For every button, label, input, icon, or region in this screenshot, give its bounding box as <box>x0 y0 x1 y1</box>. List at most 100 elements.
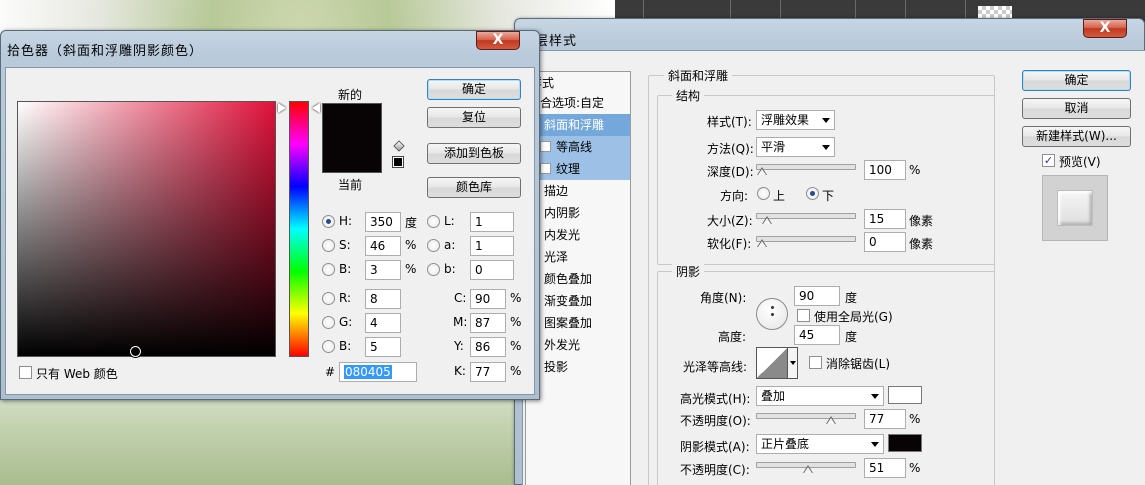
highlight-opacity-input[interactable]: 77 <box>864 409 906 429</box>
m-input[interactable]: 87 <box>470 313 506 333</box>
layer-style-ok-button[interactable]: 确定 <box>1022 70 1131 91</box>
color-picker-close-button[interactable]: X <box>476 31 520 50</box>
shadow-opacity-thumb[interactable] <box>803 465 813 473</box>
shadow-mode-select[interactable]: 正片叠底 <box>756 434 884 454</box>
brightness-radio[interactable] <box>322 263 335 276</box>
antialias-checkbox[interactable] <box>809 356 822 369</box>
color-picker-reset-button[interactable]: 复位 <box>427 107 521 128</box>
style-item-checkbox[interactable] <box>540 141 551 152</box>
gamut-cube-icon[interactable] <box>393 140 405 152</box>
r-input[interactable]: 8 <box>365 289 401 309</box>
hue-slider-left-arrow[interactable] <box>278 103 286 113</box>
depth-slider-thumb[interactable] <box>757 167 767 175</box>
style-item[interactable]: 外发光 <box>526 334 630 356</box>
size-unit: 像素 <box>909 214 934 228</box>
soften-input[interactable]: 0 <box>864 232 906 252</box>
new-style-button[interactable]: 新建样式(W)... <box>1022 126 1131 147</box>
l-input[interactable]: 1 <box>470 212 514 232</box>
style-item[interactable]: 等高线 <box>526 136 630 158</box>
g-input[interactable]: 4 <box>365 313 401 333</box>
a-input[interactable]: 1 <box>470 236 514 256</box>
style-preview-thumbnail <box>1042 175 1108 241</box>
b-lab-input[interactable]: 0 <box>470 260 514 280</box>
depth-input[interactable]: 100 <box>864 160 906 180</box>
style-item[interactable]: 投影 <box>526 356 630 378</box>
blue-radio[interactable] <box>322 340 335 353</box>
c-input[interactable]: 90 <box>470 289 506 309</box>
style-item[interactable]: 渐变叠加 <box>526 290 630 312</box>
highlight-opacity-thumb[interactable] <box>826 416 836 424</box>
color-field-cursor[interactable] <box>130 346 141 357</box>
style-item[interactable]: 内阴影 <box>526 202 630 224</box>
r-label: R: <box>339 291 352 305</box>
highlight-opacity-slider[interactable] <box>756 413 856 424</box>
blue-input[interactable]: 5 <box>365 337 401 357</box>
shadow-mode-label: 阴影模式(A): <box>680 440 750 454</box>
bevel-emboss-title: 斜面和浮雕 <box>664 67 733 84</box>
altitude-input[interactable]: 45 <box>794 325 840 345</box>
shadow-mode-value: 正片叠底 <box>761 437 810 451</box>
add-to-swatches-button[interactable]: 添加到色板 <box>427 143 521 164</box>
technique-select[interactable]: 平滑 <box>756 137 835 157</box>
angle-input[interactable]: 90 <box>794 286 840 306</box>
transparency-thumbnail <box>978 6 1012 18</box>
hex-input[interactable]: 080405 <box>339 362 417 382</box>
y-input[interactable]: 86 <box>470 337 506 357</box>
style-item[interactable]: 混合选项:自定 <box>526 92 630 114</box>
color-picker-ok-button[interactable]: 确定 <box>427 79 521 100</box>
current-color-swatch[interactable] <box>322 138 382 173</box>
depth-slider[interactable] <box>756 164 856 175</box>
hue-slider-right-arrow[interactable] <box>312 103 320 113</box>
s-input[interactable]: 46 <box>365 236 401 256</box>
shadow-color-swatch[interactable] <box>888 434 922 452</box>
soften-slider-thumb[interactable] <box>757 239 767 247</box>
gloss-contour-picker[interactable] <box>756 347 788 379</box>
color-libraries-button[interactable]: 颜色库 <box>427 177 521 198</box>
color-field[interactable] <box>17 101 276 357</box>
style-item-checkbox[interactable] <box>540 163 551 174</box>
style-item[interactable]: 图案叠加 <box>526 312 630 334</box>
style-item[interactable]: 颜色叠加 <box>526 268 630 290</box>
l-radio[interactable] <box>427 215 440 228</box>
g-radio[interactable] <box>322 316 335 329</box>
shadow-opacity-slider[interactable] <box>756 462 856 473</box>
h-radio[interactable] <box>322 215 335 228</box>
layer-style-dialog: 层样式 X 样式 混合选项:自定✓斜面和浮雕等高线纹理描边内阴影内发光光泽颜色叠… <box>514 18 1145 485</box>
style-item[interactable]: 内发光 <box>526 224 630 246</box>
style-item[interactable]: 光泽 <box>526 246 630 268</box>
direction-up-label: 上 <box>773 189 786 203</box>
style-item[interactable]: 纹理 <box>526 158 630 180</box>
structure-title: 结构 <box>672 87 705 104</box>
b-lab-radio[interactable] <box>427 263 440 276</box>
layer-style-cancel-button[interactable]: 取消 <box>1022 98 1131 119</box>
hue-slider[interactable] <box>289 101 309 357</box>
size-input[interactable]: 15 <box>864 209 906 229</box>
gloss-contour-dropdown[interactable] <box>788 347 798 379</box>
h-input[interactable]: 350 <box>365 212 401 232</box>
brightness-input[interactable]: 3 <box>365 260 401 280</box>
highlight-mode-select[interactable]: 叠加 <box>756 386 884 406</box>
web-only-checkbox[interactable] <box>19 366 32 379</box>
shadow-opacity-input[interactable]: 51 <box>864 458 906 478</box>
direction-label: 方向: <box>720 189 749 203</box>
style-item[interactable]: 描边 <box>526 180 630 202</box>
style-item[interactable]: ✓斜面和浮雕 <box>526 114 630 136</box>
direction-up-radio[interactable] <box>757 187 770 200</box>
r-radio[interactable] <box>322 292 335 305</box>
preview-checkbox[interactable]: ✓ <box>1042 154 1055 167</box>
web-safe-swatch-icon[interactable] <box>392 156 404 168</box>
soften-slider[interactable] <box>756 236 856 247</box>
size-slider-thumb[interactable] <box>762 216 772 224</box>
direction-down-radio[interactable] <box>806 187 819 200</box>
soften-unit: 像素 <box>909 237 934 251</box>
k-input[interactable]: 77 <box>470 362 506 382</box>
style-select[interactable]: 浮雕效果 <box>756 110 835 130</box>
s-radio[interactable] <box>322 239 335 252</box>
global-light-checkbox[interactable] <box>797 309 810 322</box>
a-radio[interactable] <box>427 239 440 252</box>
size-slider[interactable] <box>756 213 856 224</box>
angle-dial[interactable] <box>756 298 788 330</box>
highlight-color-swatch[interactable] <box>888 386 922 404</box>
layer-style-close-button[interactable]: X <box>1083 19 1127 38</box>
web-only-label: 只有 Web 颜色 <box>36 367 118 381</box>
